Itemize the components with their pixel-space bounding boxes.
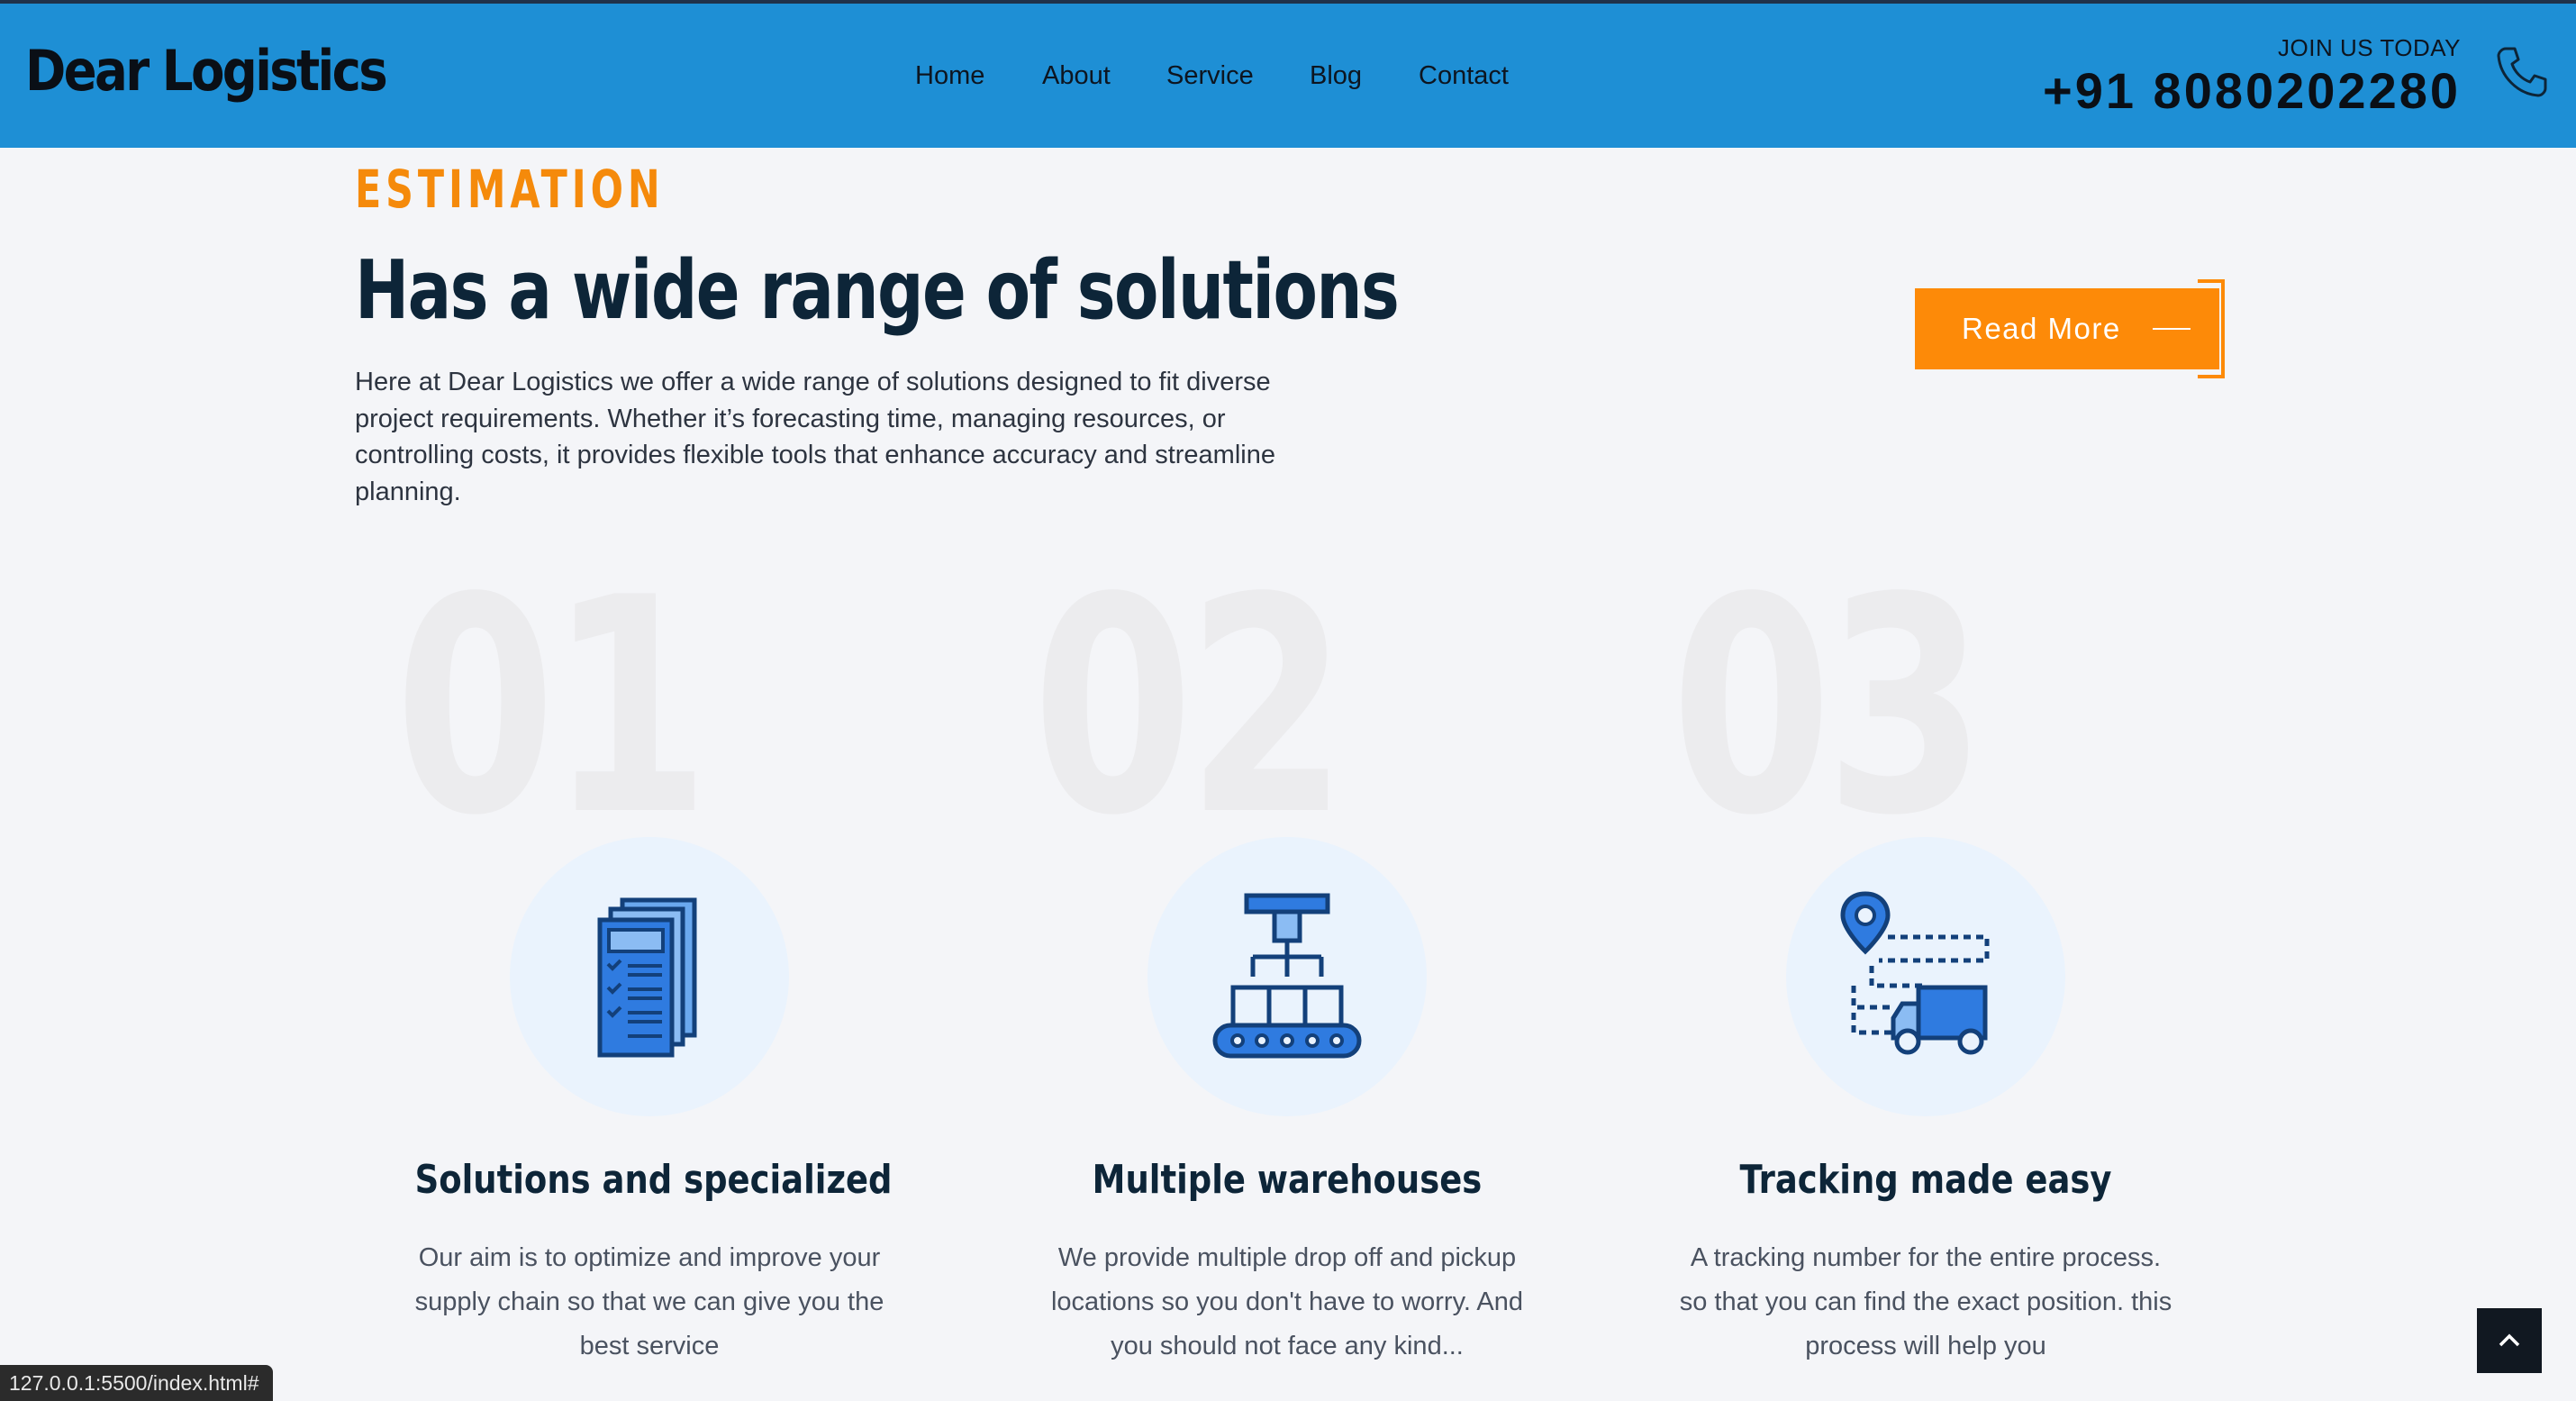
read-more-label: Read More [1962,312,2121,345]
read-more-button[interactable]: Read More [1915,288,2219,369]
phone-icon[interactable] [2493,43,2551,101]
feature-description: We provide multiple drop off and pickup … [1050,1243,1524,1360]
feature-icon-circle [510,837,789,1116]
section-intro: Here at Dear Logistics we offer a wide r… [355,368,1275,506]
feature-description: Our aim is to optimize and improve your … [414,1243,884,1360]
conveyor-icon [1212,893,1362,1059]
feature-title: Tracking made easy [1739,1157,2112,1203]
phone-number[interactable]: +91 8080202280 [2043,61,2461,120]
feature-number: 01 [395,534,710,880]
status-bar-url: 127.0.0.1:5500/index.html# [0,1365,274,1401]
join-us-label: JOIN US TODAY [2278,34,2461,61]
delivery-truck-icon [1840,891,1990,1055]
arrow-line-icon [2153,328,2191,330]
back-to-top-button[interactable] [2477,1308,2542,1373]
section-headline: Has a wide range of solutions [355,243,1400,338]
feature-description: A tracking number for the entire process… [1679,1243,2172,1360]
site-logo[interactable]: Dear Logistics [25,38,388,104]
feature-number: 03 [1671,534,1986,880]
nav-service[interactable]: Service [1166,61,1254,91]
documents-icon [597,897,697,1058]
feature-title: Multiple warehouses [1092,1157,1483,1203]
nav-home[interactable]: Home [915,61,984,91]
site-header: Dear Logistics Home About Service Blog C… [0,4,2576,148]
nav-about[interactable]: About [1042,61,1111,91]
feature-number: 02 [1032,534,1347,880]
nav-blog[interactable]: Blog [1310,61,1362,91]
feature-icon-circle [1147,837,1427,1116]
nav-contact[interactable]: Contact [1419,61,1509,91]
feature-title: Solutions and specialized [414,1157,893,1203]
chevron-up-icon [2499,1333,2520,1347]
feature-icon-circle [1786,837,2065,1116]
section-eyebrow: ESTIMATION [355,159,665,220]
